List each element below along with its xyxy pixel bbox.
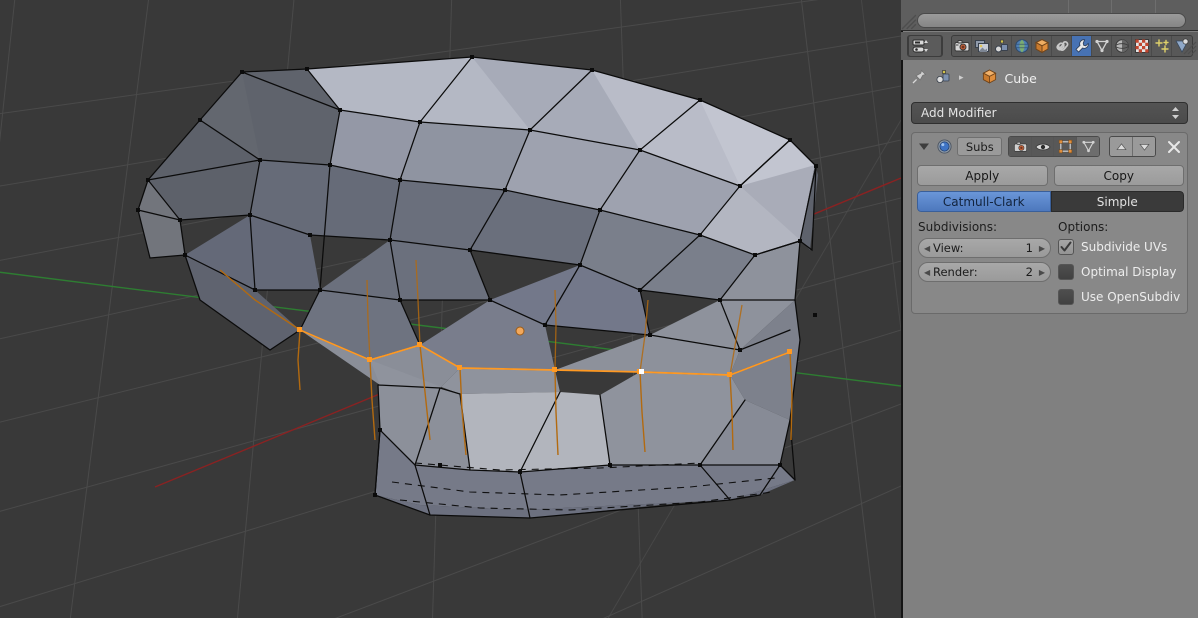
datablock-name: Cube xyxy=(1004,70,1037,86)
chevron-down-icon[interactable] xyxy=(916,136,932,158)
tab-output[interactable] xyxy=(972,36,992,56)
breadcrumb-separator: ▸ xyxy=(959,73,964,83)
editor-type-selector[interactable] xyxy=(907,35,943,57)
particles-icon xyxy=(1094,39,1109,53)
render-camera-icon xyxy=(954,40,969,52)
modifier-body: Apply Copy Catmull-Clark Simple Subdivis… xyxy=(912,160,1189,315)
tab-data[interactable] xyxy=(1152,36,1172,56)
tab-texture[interactable] xyxy=(1132,36,1152,56)
modifier-display-toggles xyxy=(1008,136,1101,157)
modifier-header: Subs xyxy=(912,133,1189,160)
object-cube-icon xyxy=(1034,39,1049,54)
modifier-name-value: Subs xyxy=(965,139,994,154)
increment-icon[interactable]: ▶ xyxy=(1039,268,1045,277)
modifier-panel: Subs Apply Copy Catmull-Clark Simple Sub… xyxy=(911,132,1188,314)
horizontal-scrollbar[interactable] xyxy=(905,13,1194,28)
properties-tab-bar xyxy=(901,32,1198,60)
object-origin-dot xyxy=(515,326,525,336)
tab-material[interactable] xyxy=(1172,36,1192,56)
subdivide-uvs-row[interactable]: Subdivide UVs xyxy=(1058,238,1186,256)
use-opensubdiv-row[interactable]: Use OpenSubdiv xyxy=(1058,288,1186,306)
properties-editor-icon xyxy=(912,39,928,53)
texture-checker-icon xyxy=(1134,39,1149,53)
tab-world[interactable] xyxy=(1012,36,1032,56)
close-x-icon[interactable] xyxy=(1163,136,1185,158)
optimal-display-row[interactable]: Optimal Display xyxy=(1058,263,1186,281)
triangle-up-icon[interactable] xyxy=(1110,137,1133,156)
render-value: 2 xyxy=(1025,265,1033,279)
toggle-edit-mode[interactable] xyxy=(1054,137,1077,156)
modifier-wrench-icon xyxy=(1074,39,1089,53)
options-column: Options: Subdivide UVs Optimal Display U… xyxy=(1058,220,1186,313)
tab-object[interactable] xyxy=(1032,36,1052,56)
options-label: Options: xyxy=(1058,220,1109,234)
world-globe-icon xyxy=(1014,39,1029,53)
tab-render[interactable] xyxy=(952,36,972,56)
view-label: View: xyxy=(933,241,964,255)
properties-top-strip xyxy=(901,0,1198,31)
scene-icon xyxy=(994,39,1008,53)
toggle-realtime[interactable] xyxy=(1031,137,1055,156)
simple-option[interactable]: Simple xyxy=(1050,191,1184,212)
render-subdivisions-field[interactable]: ◀ Render: 2 ▶ xyxy=(918,262,1051,282)
subdivisions-column: Subdivisions: ◀ View: 1 ▶ ◀ Render: 2 ▶ xyxy=(918,220,1051,286)
physics-icon xyxy=(1114,39,1129,53)
property-tabs xyxy=(951,35,1193,57)
modifier-reorder-buttons xyxy=(1109,136,1157,157)
data-icon xyxy=(1154,39,1169,53)
active-vertex xyxy=(639,369,644,374)
render-label: Render: xyxy=(933,265,978,279)
subdivide-uvs-label: Subdivide UVs xyxy=(1081,240,1168,254)
toggle-render[interactable] xyxy=(1009,137,1032,156)
editor-type-button[interactable] xyxy=(908,36,942,56)
pin-icon[interactable] xyxy=(911,68,928,88)
tab-particles[interactable] xyxy=(1092,36,1112,56)
copy-button[interactable]: Copy xyxy=(1053,165,1184,186)
decrement-icon[interactable]: ◀ xyxy=(924,268,930,277)
mesh-cube-icon[interactable] xyxy=(981,68,998,88)
viewport-canvas xyxy=(0,0,901,618)
chevron-updown-icon xyxy=(1171,106,1180,120)
subdivisions-label: Subdivisions: xyxy=(918,220,998,234)
toggle-on-cage[interactable] xyxy=(1076,137,1100,156)
constraints-chain-icon xyxy=(1055,41,1068,51)
subdivision-algorithm-toggle: Catmull-Clark Simple xyxy=(917,191,1184,212)
object-icon[interactable] xyxy=(935,68,952,88)
optimal-display-label: Optimal Display xyxy=(1081,265,1177,279)
apply-button[interactable]: Apply xyxy=(917,165,1048,186)
add-modifier-label: Add Modifier xyxy=(921,106,997,120)
increment-icon[interactable]: ▶ xyxy=(1039,244,1045,253)
view-subdivisions-field[interactable]: ◀ View: 1 ▶ xyxy=(918,238,1051,258)
3d-viewport[interactable] xyxy=(0,0,901,618)
use-opensubdiv-label: Use OpenSubdiv xyxy=(1081,290,1181,304)
output-printer-icon xyxy=(974,40,989,52)
blender-window: ▸ Cube Add Modifier Subs Apply Copy Catm… xyxy=(0,0,1198,618)
catmull-clark-option[interactable]: Catmull-Clark xyxy=(917,191,1051,212)
optimal-display-checkbox[interactable] xyxy=(1058,264,1074,280)
tab-physics[interactable] xyxy=(1112,36,1132,56)
subdivide-uvs-checkbox[interactable] xyxy=(1058,239,1074,255)
tab-scene[interactable] xyxy=(992,36,1012,56)
tab-modifiers[interactable] xyxy=(1072,36,1092,56)
properties-editor: ▸ Cube Add Modifier Subs Apply Copy Catm… xyxy=(901,0,1198,618)
modifier-name-field[interactable]: Subs xyxy=(957,137,1003,156)
subsurf-icon xyxy=(935,136,955,158)
use-opensubdiv-checkbox[interactable] xyxy=(1058,289,1074,305)
horizontal-scrollbar-thumb[interactable] xyxy=(917,13,1186,28)
material-icon xyxy=(1175,38,1189,53)
triangle-down-icon[interactable] xyxy=(1132,137,1156,156)
modifier-action-row: Apply Copy xyxy=(917,165,1184,186)
add-modifier-dropdown[interactable]: Add Modifier xyxy=(911,102,1188,124)
tab-constraints[interactable] xyxy=(1052,36,1072,56)
view-value: 1 xyxy=(1025,241,1033,255)
decrement-icon[interactable]: ◀ xyxy=(924,244,930,253)
breadcrumb: ▸ Cube xyxy=(901,62,1198,94)
